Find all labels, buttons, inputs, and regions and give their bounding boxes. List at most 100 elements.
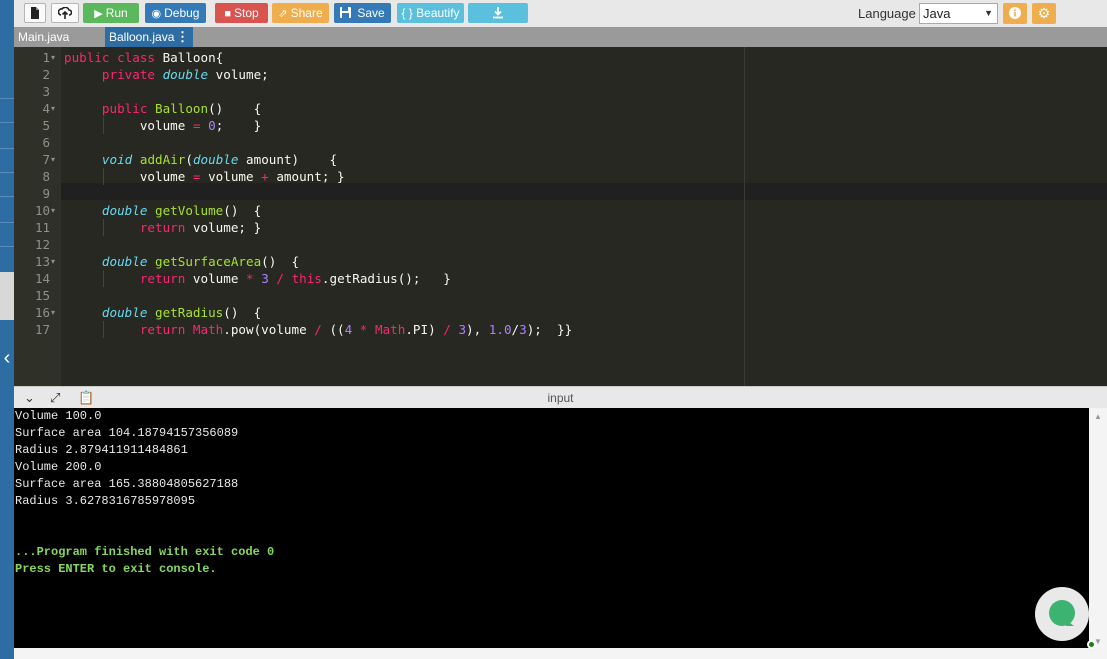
console-line: Radius 3.6278316785978095 [15, 494, 196, 508]
line-number: 17 [34, 322, 50, 337]
info-button[interactable] [1003, 3, 1027, 24]
line-number: 14 [34, 271, 50, 286]
line-number: 16 [34, 305, 50, 320]
print-margin [744, 47, 745, 386]
run-button[interactable]: ▶ Run [83, 3, 139, 23]
sidebar-divider [0, 222, 14, 223]
beautify-label: { } Beautify [401, 6, 460, 20]
chat-bubble-tail [1066, 620, 1074, 626]
code-editor[interactable]: 1 ▾ 2 3 4 ▾ 5 6 7 ▾ 8 9 10 ▾ 11 12 13 ▾ … [14, 47, 1107, 386]
fold-arrow-icon[interactable]: ▾ [51, 100, 59, 117]
active-line-highlight [61, 183, 1107, 200]
tab-label: Main.java [18, 30, 70, 44]
line-number: 6 [42, 135, 50, 150]
chat-widget-button[interactable] [1035, 587, 1089, 641]
code-line: public class Balloon{ [64, 50, 224, 65]
left-sidebar-strip: ‹ [0, 0, 14, 659]
console-scrollbar[interactable]: ▲ ▼ [1089, 408, 1107, 648]
sidebar-divider [0, 246, 14, 247]
fold-arrow-icon[interactable]: ▾ [51, 49, 59, 66]
upload-button[interactable] [51, 3, 79, 23]
console-line: Surface area 165.38804805627188 [15, 477, 239, 491]
code-line: volume = 0; } [64, 118, 262, 133]
code-line: public Balloon() { [101, 101, 262, 116]
code-line: void addAir(double amount) { [101, 152, 338, 167]
line-number: 15 [34, 288, 50, 303]
sidebar-toggle-chevron-icon[interactable]: ‹ [0, 346, 14, 370]
play-icon: ▶ [94, 8, 103, 20]
sidebar-divider [0, 122, 14, 123]
stop-icon: ■ [224, 8, 231, 20]
beautify-button[interactable]: { } Beautify [397, 3, 464, 23]
tab-main-java[interactable]: Main.java [14, 27, 100, 47]
line-number: 12 [34, 237, 50, 252]
floppy-disk-icon [340, 7, 354, 20]
console-line: Surface area 104.18794157356089 [15, 426, 239, 440]
exit-prompt: Press ENTER to exit console. [15, 562, 217, 576]
sidebar-divider [0, 172, 14, 173]
code-line: double getSurfaceArea() { [101, 254, 300, 269]
run-label: Run [105, 6, 128, 20]
console-line: Volume 200.0 [15, 460, 102, 474]
exit-code-message: ...Program finished with exit code 0 [15, 545, 275, 559]
share-icon: ⇗ [278, 8, 288, 20]
fold-arrow-icon[interactable]: ▾ [51, 202, 59, 219]
tab-menu-icon[interactable]: ⋮ [176, 27, 189, 47]
code-line: volume = volume + amount; } [64, 169, 345, 184]
line-number: 9 [42, 186, 50, 201]
share-label: Share [290, 6, 323, 20]
code-text-area[interactable]: public class Balloon{ private double vol… [61, 47, 1107, 386]
save-button[interactable]: Save [334, 3, 391, 23]
sidebar-divider [0, 98, 14, 99]
line-number: 1 [42, 50, 50, 65]
code-line: return volume; } [139, 220, 262, 235]
language-select[interactable]: Java ▼ [919, 3, 998, 24]
line-number: 4 [42, 101, 50, 116]
toolbar: ▶ Run ◉ Debug ■ Stop ⇗ Share Save { } Beauti… [14, 0, 1107, 27]
line-number: 3 [42, 84, 50, 99]
bottom-bar [14, 648, 1107, 659]
scroll-up-icon[interactable]: ▲ [1094, 412, 1102, 421]
console-line: Volume 100.0 [15, 409, 102, 423]
line-number: 2 [42, 67, 50, 82]
line-number: 11 [34, 220, 50, 235]
code-line: double getRadius() { [101, 305, 262, 320]
file-tab-bar: Main.java Balloon.java ⋮ [14, 27, 1107, 47]
sidebar-handle[interactable] [0, 272, 14, 320]
upload-icon [57, 6, 73, 19]
language-value: Java [923, 6, 951, 21]
stop-label: Stop [233, 6, 259, 20]
download-button[interactable] [468, 3, 528, 23]
console-line: Radius 2.879411911484861 [15, 443, 188, 457]
fold-arrow-icon[interactable]: ▾ [51, 253, 59, 270]
info-icon [1009, 7, 1021, 19]
code-line: private double volume; [101, 67, 269, 82]
line-number: 7 [42, 152, 50, 167]
fold-arrow-icon[interactable]: ▾ [51, 151, 59, 168]
code-line: return volume * 3 / this.getRadius(); } [139, 271, 451, 286]
download-icon [493, 7, 503, 19]
console-output[interactable]: Volume 100.0 Surface area 104.1879415735… [14, 408, 1089, 648]
share-button[interactable]: ⇗ Share [272, 3, 329, 23]
settings-button[interactable]: ⚙ [1032, 3, 1056, 24]
code-line: double getVolume() { [101, 203, 262, 218]
debug-button[interactable]: ◉ Debug [145, 3, 206, 23]
tab-balloon-java[interactable]: Balloon.java ⋮ [105, 27, 193, 47]
gear-icon: ⚙ [1037, 5, 1051, 21]
line-number-gutter: 1 ▾ 2 3 4 ▾ 5 6 7 ▾ 8 9 10 ▾ 11 12 13 ▾ … [14, 47, 61, 386]
save-label: Save [357, 6, 385, 20]
fold-arrow-icon[interactable]: ▾ [51, 304, 59, 321]
new-file-button[interactable] [24, 3, 46, 23]
sidebar-divider [0, 148, 14, 149]
dropdown-arrow-icon: ▼ [984, 8, 993, 18]
console-title: input [547, 391, 574, 405]
line-number: 8 [42, 169, 50, 184]
stop-button[interactable]: ■ Stop [215, 3, 268, 23]
debug-label: Debug [164, 6, 200, 20]
debug-icon: ◉ [151, 8, 162, 20]
language-label: Language [858, 6, 916, 21]
file-icon [31, 7, 39, 19]
console-header: ⌄ ⤢ 📋 input [14, 386, 1107, 408]
line-number: 5 [42, 118, 50, 133]
line-number: 13 [34, 254, 50, 269]
